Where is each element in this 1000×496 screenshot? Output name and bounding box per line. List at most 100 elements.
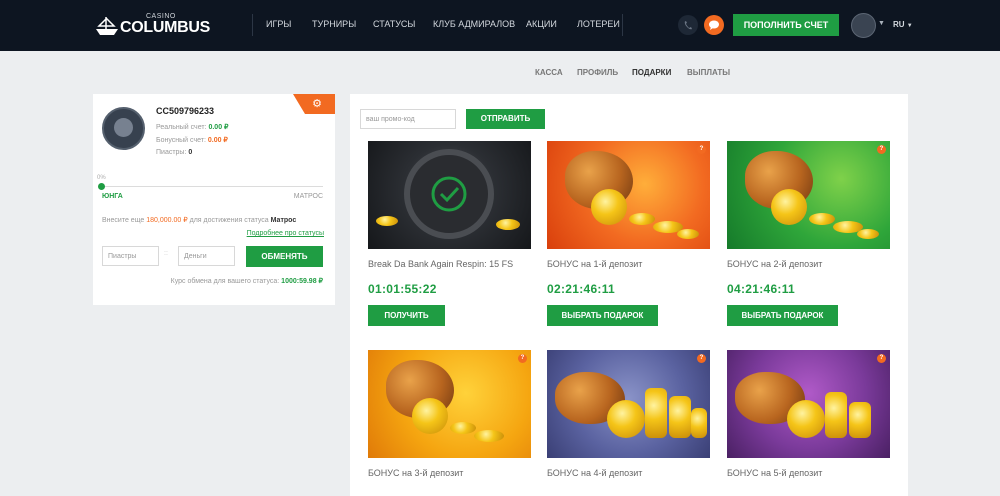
nav-lotteries[interactable]: ЛОТЕРЕИ bbox=[577, 19, 620, 29]
nav-divider bbox=[622, 14, 623, 36]
status-middle: для достижения статуса bbox=[189, 217, 269, 224]
claim-button[interactable]: ПОЛУЧИТЬ bbox=[368, 305, 445, 326]
gift-title: БОНУС на 2-й депозит bbox=[727, 259, 823, 269]
piastres-label: Пиастры: bbox=[156, 149, 187, 156]
ship-logo-icon bbox=[96, 17, 118, 35]
real-balance-value: 0.00 ₽ bbox=[208, 124, 229, 131]
coin bbox=[412, 398, 448, 434]
gift-image-bonus-1[interactable]: ? bbox=[547, 141, 710, 249]
piastres-value: 0 bbox=[188, 149, 193, 156]
rate-value: 1000:59.98 ₽ bbox=[281, 278, 323, 285]
bonus-balance: Бонусный счет: 0.00 ₽ bbox=[156, 136, 228, 144]
exchange-separator: :: bbox=[164, 250, 168, 257]
language-selector[interactable]: RU ▼ bbox=[893, 20, 913, 29]
gift-timer: 01:01:55:22 bbox=[368, 282, 437, 296]
promo-code-input[interactable]: ваш промо-код bbox=[360, 109, 456, 129]
chevron-down-icon: ▼ bbox=[906, 23, 913, 29]
deposit-button[interactable]: ПОПОЛНИТЬ СЧЕТ bbox=[733, 14, 839, 36]
language-label: RU bbox=[893, 20, 905, 29]
logo-name: COLUMBUS bbox=[120, 19, 211, 36]
gift-image-vault[interactable] bbox=[368, 141, 531, 249]
coin bbox=[771, 189, 807, 225]
check-icon bbox=[431, 176, 467, 212]
chevron-down-icon[interactable]: ▼ bbox=[878, 20, 885, 27]
coin bbox=[629, 213, 655, 225]
info-icon[interactable]: ? bbox=[518, 354, 527, 363]
progress-percent: 0% bbox=[97, 175, 106, 181]
nav-tournaments[interactable]: ТУРНИРЫ bbox=[312, 19, 356, 29]
subnav-profile[interactable]: ПРОФИЛЬ bbox=[577, 68, 618, 77]
coin-stack bbox=[669, 396, 691, 438]
coin bbox=[607, 400, 645, 438]
exchange-button[interactable]: ОБМЕНЯТЬ bbox=[246, 246, 323, 267]
coin-stack bbox=[825, 392, 847, 438]
nav-admirals-club[interactable]: КЛУБ АДМИРАЛОВ bbox=[433, 19, 515, 29]
casino-logo[interactable]: CASINO COLUMBUS bbox=[94, 13, 210, 38]
choose-gift-button[interactable]: ВЫБРАТЬ ПОДАРОК bbox=[547, 305, 658, 326]
coin bbox=[591, 189, 627, 225]
gift-title: БОНУС на 1-й депозит bbox=[547, 259, 643, 269]
nav-promotions[interactable]: АКЦИИ bbox=[526, 19, 557, 29]
gift-timer: 04:21:46:11 bbox=[727, 282, 796, 296]
info-icon[interactable]: ? bbox=[877, 354, 886, 363]
current-rank: ЮНГА bbox=[102, 193, 123, 200]
coin bbox=[474, 430, 504, 442]
status-prefix: Внесите еще bbox=[102, 217, 145, 224]
gift-title: БОНУС на 5-й депозит bbox=[727, 468, 823, 478]
gift-image-bonus-2[interactable]: ? bbox=[727, 141, 890, 249]
nav-games[interactable]: ИГРЫ bbox=[266, 19, 291, 29]
top-header: CASINO COLUMBUS ИГРЫ ТУРНИРЫ СТАТУСЫ КЛУ… bbox=[0, 0, 1000, 51]
money-input[interactable]: Деньги bbox=[178, 246, 235, 266]
coin-stack bbox=[849, 402, 871, 438]
subnav-payouts[interactable]: ВЫПЛАТЫ bbox=[687, 68, 730, 77]
gifts-panel: ваш промо-код ОТПРАВИТЬ Break Da Bank Ag… bbox=[350, 94, 908, 496]
piastres-balance: Пиастры: 0 bbox=[156, 149, 192, 156]
info-icon[interactable]: ? bbox=[697, 145, 706, 154]
subnav-cashier[interactable]: КАССА bbox=[535, 68, 563, 77]
gift-title: Break Da Bank Again Respin: 15 FS bbox=[368, 259, 514, 269]
coin bbox=[376, 216, 398, 226]
status-progress-bar bbox=[101, 186, 323, 187]
progress-marker bbox=[98, 183, 105, 190]
gift-image-bonus-5[interactable]: ? bbox=[727, 350, 890, 458]
bonus-balance-label: Бонусный счет: bbox=[156, 137, 206, 144]
coin bbox=[496, 219, 520, 230]
coin-stack bbox=[691, 408, 707, 438]
gear-icon[interactable]: ⚙ bbox=[312, 97, 322, 110]
bonus-balance-value: 0.00 ₽ bbox=[207, 137, 228, 144]
piastres-input[interactable]: Пиастры bbox=[102, 246, 159, 266]
gift-timer: 02:21:46:11 bbox=[547, 282, 616, 296]
status-note: Внесите еще 180,000.00 ₽ для достижения … bbox=[102, 216, 296, 224]
gift-image-bonus-3[interactable]: ? bbox=[368, 350, 531, 458]
real-balance: Реальный счет: 0.00 ₽ bbox=[156, 123, 229, 131]
coin-stack bbox=[645, 388, 667, 438]
promo-submit-button[interactable]: ОТПРАВИТЬ bbox=[466, 109, 545, 129]
info-icon[interactable]: ? bbox=[697, 354, 706, 363]
user-avatar[interactable] bbox=[851, 13, 876, 38]
gift-title: БОНУС на 4-й депозит bbox=[547, 468, 643, 478]
coin bbox=[857, 229, 879, 239]
coin bbox=[787, 400, 825, 438]
choose-gift-button[interactable]: ВЫБРАТЬ ПОДАРОК bbox=[727, 305, 838, 326]
coin bbox=[809, 213, 835, 225]
exchange-rate: Курс обмена для вашего статуса: 1000:59.… bbox=[171, 277, 323, 285]
profile-avatar bbox=[102, 107, 145, 150]
nav-divider bbox=[252, 14, 253, 36]
next-rank: МАТРОС bbox=[293, 193, 323, 200]
statuses-more-link[interactable]: Подробнее про статусы bbox=[247, 230, 324, 237]
subnav-gifts[interactable]: ПОДАРКИ bbox=[632, 68, 671, 77]
gift-image-bonus-4[interactable]: ? bbox=[547, 350, 710, 458]
chat-icon[interactable] bbox=[704, 15, 724, 35]
coin bbox=[450, 422, 476, 434]
info-icon[interactable]: ? bbox=[877, 145, 886, 154]
user-id: CC509796233 bbox=[156, 106, 215, 116]
nav-statuses[interactable]: СТАТУСЫ bbox=[373, 19, 415, 29]
real-balance-label: Реальный счет: bbox=[156, 124, 207, 131]
status-amount: 180,000.00 ₽ bbox=[146, 217, 188, 224]
gift-title: БОНУС на 3-й депозит bbox=[368, 468, 464, 478]
status-target-rank: Матрос bbox=[270, 217, 297, 224]
phone-icon[interactable] bbox=[678, 15, 698, 35]
profile-card: ⚙ CC509796233 Реальный счет: 0.00 ₽ Бону… bbox=[93, 94, 335, 305]
coin bbox=[677, 229, 699, 239]
rate-label: Курс обмена для вашего статуса: bbox=[170, 278, 280, 285]
